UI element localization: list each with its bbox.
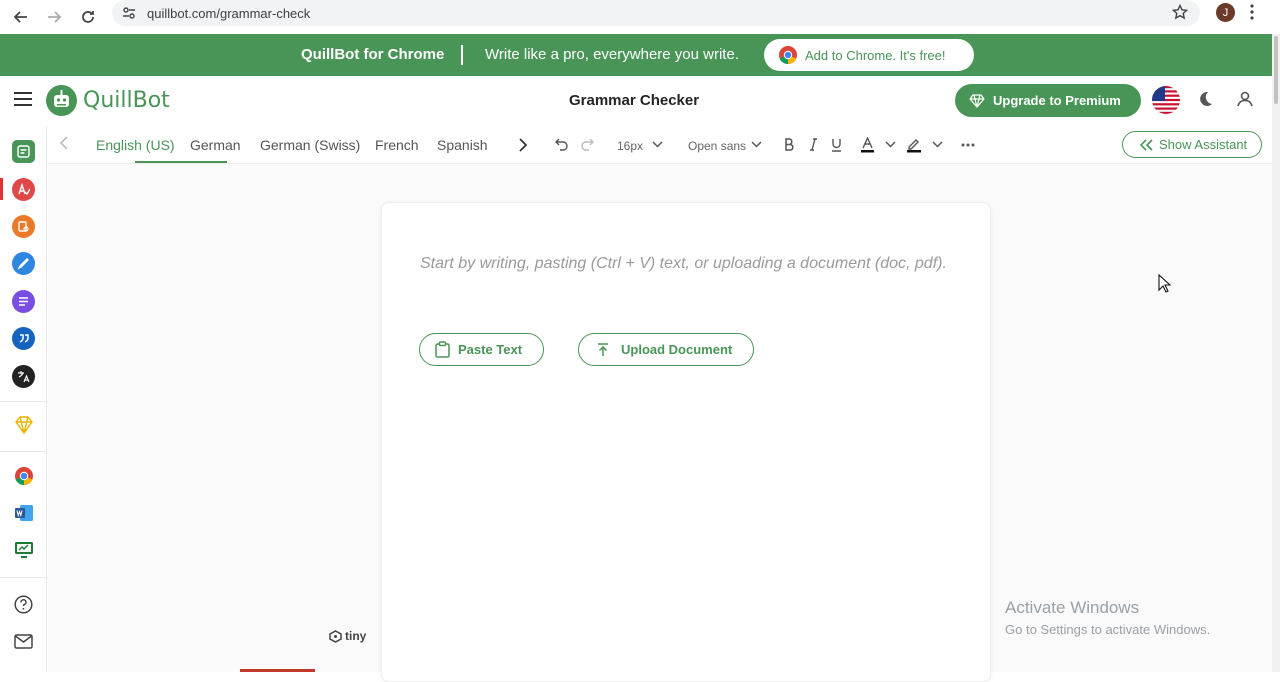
watermark-subtitle: Go to Settings to activate Windows. [1005,622,1211,637]
chrome-extension-icon[interactable] [12,464,35,487]
active-language-underline [135,161,227,163]
add-to-chrome-button[interactable]: Add to Chrome. It's free! [764,39,974,71]
sidebar-divider [0,577,46,578]
font-size-select[interactable]: 16px [617,139,643,153]
language-tab-german-swiss[interactable]: German (Swiss) [260,137,360,153]
forward-icon[interactable] [42,5,66,29]
editor-toolbar: English (US) German German (Swiss) Frenc… [48,126,1272,164]
tools-sidebar [0,126,47,672]
tiny-editor-badge[interactable]: tiny [329,629,366,643]
summarizer-icon[interactable] [12,290,35,313]
upload-icon [597,342,609,357]
upload-document-button[interactable]: Upload Document [578,333,754,366]
app-header: QuillBot Grammar Checker Upgrade to Prem… [0,76,1272,126]
us-flag-language-icon[interactable] [1152,86,1180,114]
paste-text-button[interactable]: Paste Text [419,333,544,366]
promo-title: QuillBot for Chrome [301,46,445,63]
citation-generator-icon[interactable] [12,327,35,350]
tiny-label: tiny [345,629,367,643]
desktop-app-icon[interactable] [12,538,35,561]
premium-gem-icon [969,93,985,108]
tiny-logo-icon [329,629,342,643]
active-tool-indicator [0,178,3,200]
chrome-logo-icon [778,45,798,65]
account-icon[interactable] [1236,90,1254,108]
bookmark-star-icon[interactable] [1172,4,1188,20]
bold-icon[interactable] [784,138,795,151]
promo-divider [461,45,463,65]
browser-toolbar: quillbot.com/grammar-check J [0,0,1280,34]
profile-avatar[interactable]: J [1216,3,1235,22]
page-title: Grammar Checker [569,92,700,109]
brand-name: QuillBot [83,88,170,113]
browser-menu-icon[interactable] [1250,4,1254,20]
sidebar-divider [0,451,46,452]
clipboard-icon [435,341,450,358]
sidebar-divider [0,401,46,402]
upload-document-label: Upload Document [621,342,733,357]
show-assistant-label: Show Assistant [1159,137,1248,152]
co-writer-icon[interactable] [12,252,35,275]
premium-gem-icon[interactable] [12,413,35,436]
editor-placeholder: Start by writing, pasting (Ctrl + V) tex… [420,255,947,272]
double-chevron-left-icon [1139,138,1153,151]
address-bar[interactable]: quillbot.com/grammar-check [112,0,1200,26]
highlight-chevron-icon[interactable] [932,141,943,148]
hamburger-menu-icon[interactable] [14,92,32,106]
language-tab-english-us[interactable]: English (US) [96,137,175,153]
plagiarism-checker-icon[interactable] [12,215,35,238]
font-family-chevron-icon[interactable] [751,141,762,148]
paste-text-label: Paste Text [458,342,523,357]
back-icon[interactable] [9,5,33,29]
highlight-color-icon[interactable] [906,137,922,153]
text-editor[interactable]: Start by writing, pasting (Ctrl + V) tex… [381,202,991,682]
chrome-promo-banner: QuillBot for Chrome Write like a pro, ev… [0,34,1272,76]
font-size-chevron-icon[interactable] [652,141,663,148]
add-to-chrome-label: Add to Chrome. It's free! [805,47,946,63]
text-color-chevron-icon[interactable] [885,141,896,148]
more-options-icon[interactable] [961,143,975,147]
url-text: quillbot.com/grammar-check [147,5,311,21]
text-color-icon[interactable] [860,137,875,153]
undo-icon[interactable] [555,138,569,151]
italic-icon[interactable] [809,138,818,151]
scroll-languages-left-icon[interactable] [60,136,68,150]
font-family-select[interactable]: Open sans [688,139,746,153]
site-settings-icon[interactable] [122,6,136,20]
underline-icon[interactable] [831,138,842,152]
watermark-title: Activate Windows [1005,598,1140,617]
mail-icon[interactable] [12,630,35,653]
scroll-languages-right-icon[interactable] [519,138,527,152]
redo-icon[interactable] [580,138,594,151]
word-addin-icon[interactable] [12,501,35,524]
promo-tagline: Write like a pro, everywhere you write. [485,46,739,63]
help-icon[interactable] [12,593,35,616]
quillbot-logo[interactable]: QuillBot [46,85,170,116]
language-tab-spanish[interactable]: Spanish [437,137,488,153]
language-tab-french[interactable]: French [375,137,419,153]
mouse-cursor-icon [1158,274,1171,293]
page-scrollbar[interactable] [1272,34,1280,672]
grammar-checker-icon[interactable] [12,178,35,201]
reload-icon[interactable] [76,5,100,29]
activate-windows-watermark: Activate Windows Go to Settings to activ… [1005,598,1210,637]
quillbot-robot-icon [46,85,77,116]
upgrade-label: Upgrade to Premium [993,93,1121,108]
dark-mode-icon[interactable] [1196,90,1214,108]
upgrade-premium-button[interactable]: Upgrade to Premium [955,84,1141,117]
translator-icon[interactable] [12,365,35,388]
scrollbar-thumb[interactable] [1274,36,1278,104]
paraphraser-icon[interactable] [12,140,35,163]
show-assistant-button[interactable]: Show Assistant [1122,131,1262,158]
language-tab-german[interactable]: German [190,137,241,153]
